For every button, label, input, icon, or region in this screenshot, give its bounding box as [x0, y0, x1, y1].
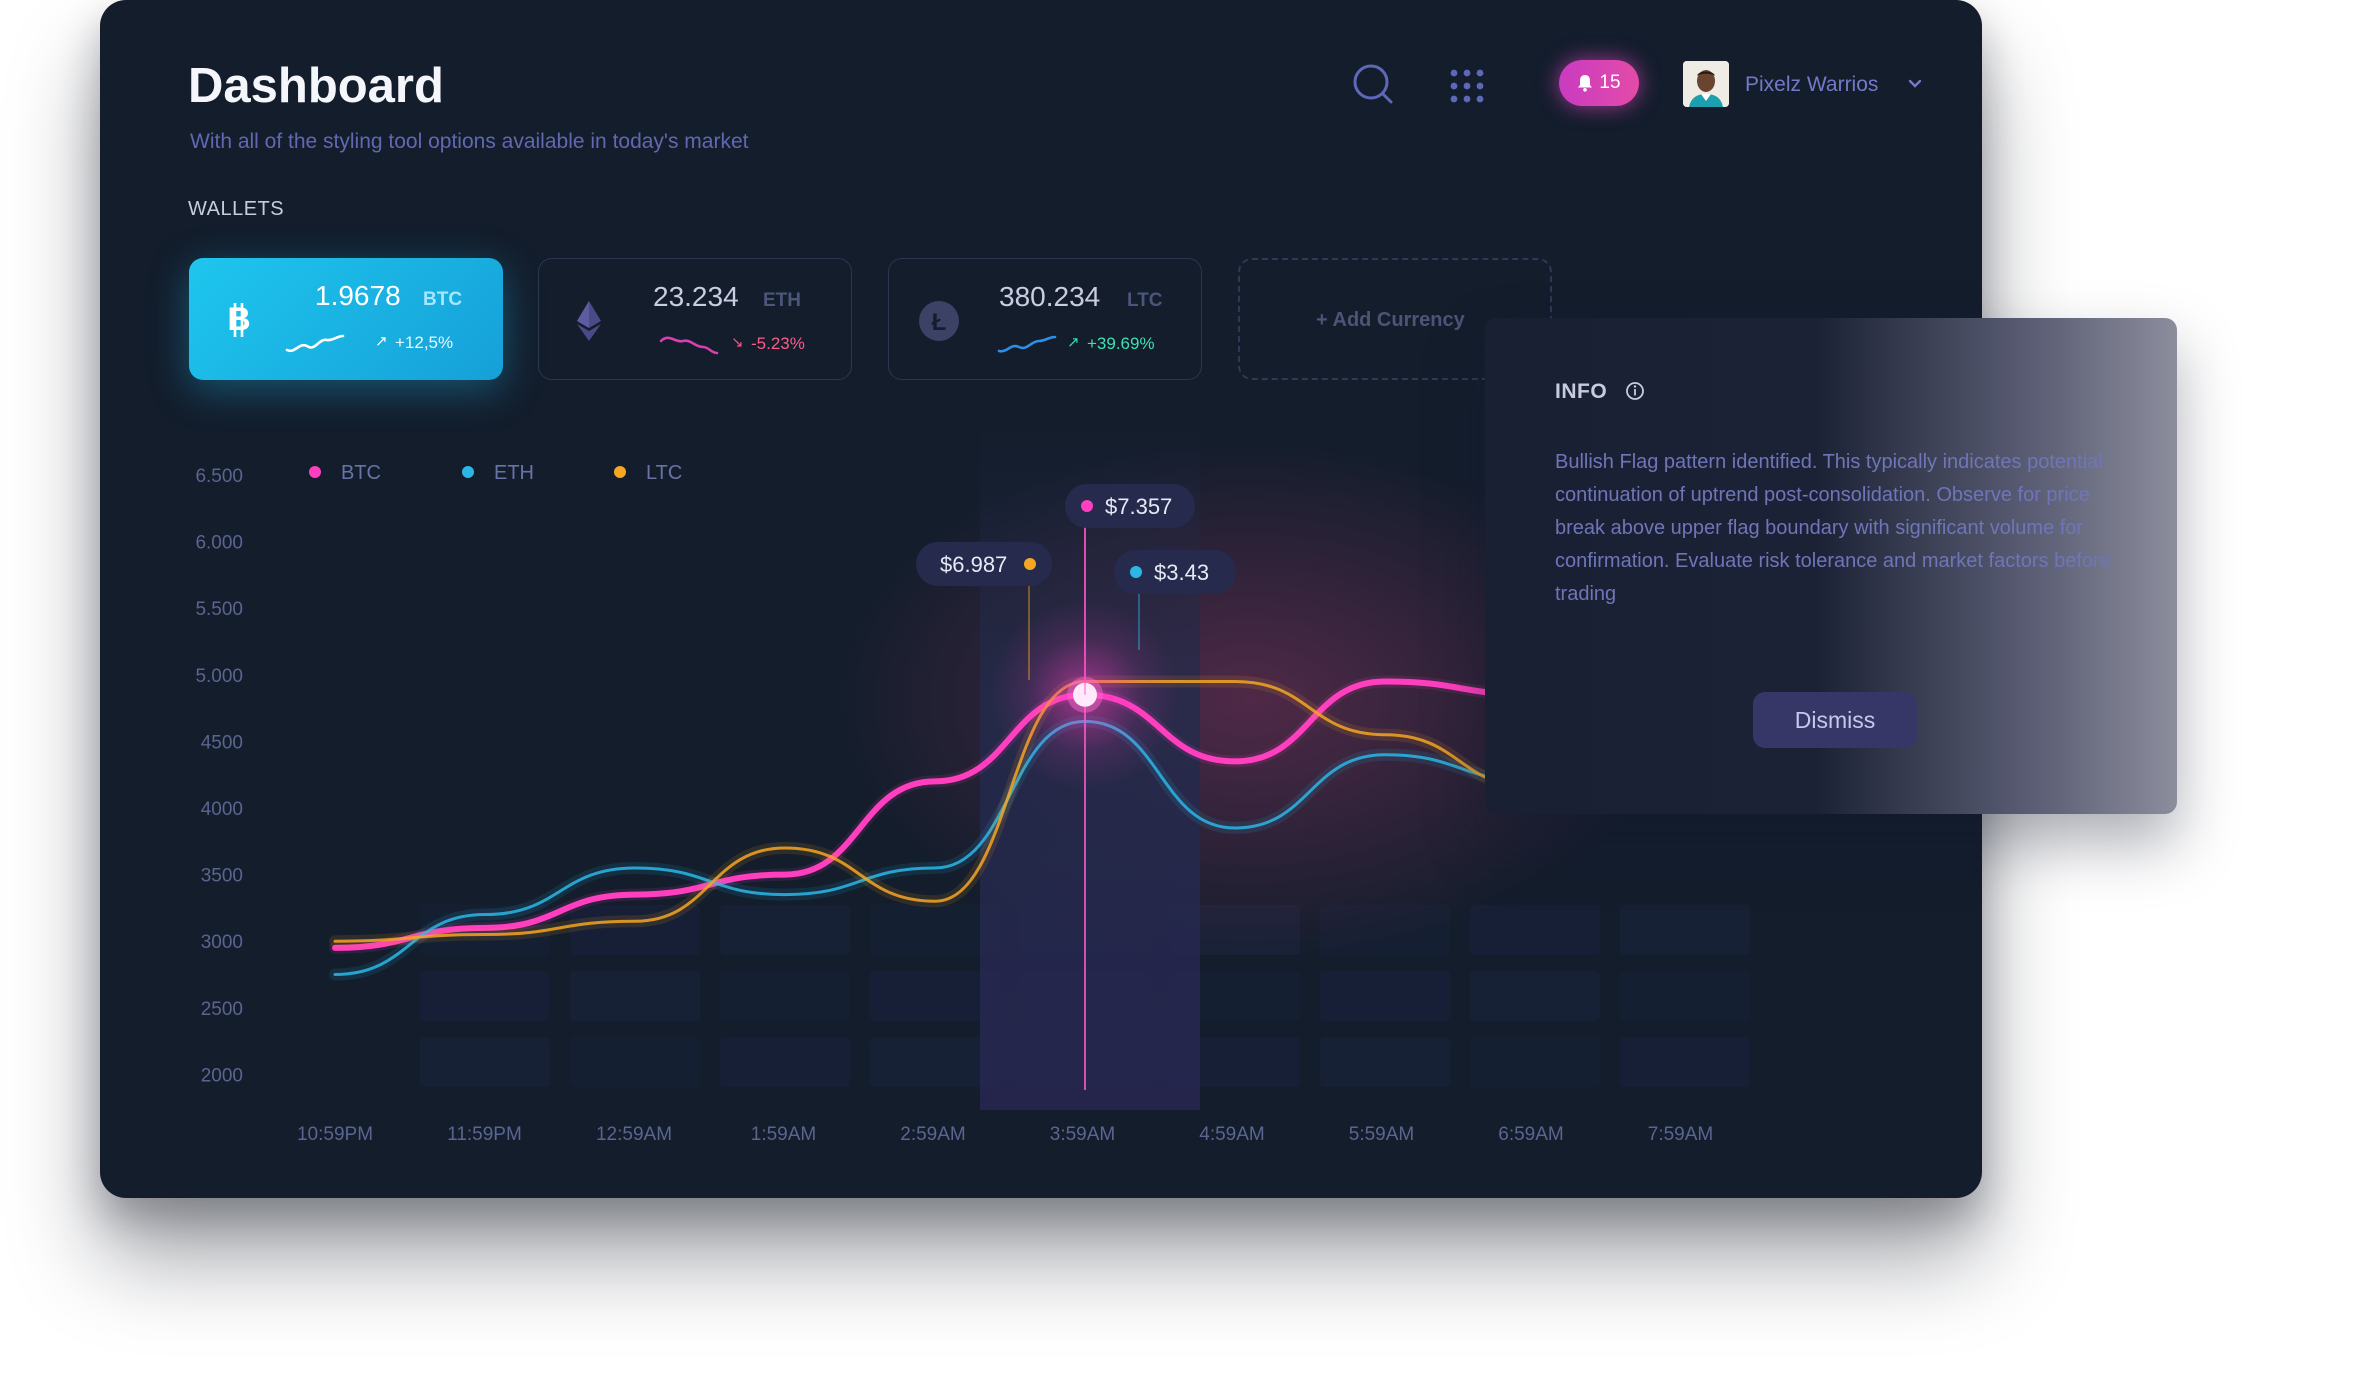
legend-label: LTC [646, 462, 682, 484]
grid-cell [570, 1037, 700, 1087]
y-tick-label: 2500 [201, 999, 243, 1020]
grid-cell [420, 971, 550, 1021]
grid-cell [1320, 1037, 1450, 1087]
info-text: Bullish Flag pattern identified. This ty… [1555, 451, 2111, 605]
grid-cell [1470, 971, 1600, 1021]
x-tick-label: 1:59AM [751, 1124, 816, 1145]
y-tick-label: 6.500 [195, 466, 243, 487]
x-tick-label: 4:59AM [1199, 1124, 1264, 1145]
x-tick-label: 5:59AM [1349, 1124, 1414, 1145]
grid-cell [720, 1037, 850, 1087]
grid-cell [720, 905, 850, 955]
y-tick-label: 5.500 [195, 599, 243, 620]
legend-marker [462, 466, 474, 478]
info-icon [1626, 382, 1644, 400]
grid-cell [420, 1037, 550, 1087]
x-tick-label: 6:59AM [1498, 1124, 1563, 1145]
y-tick-label: 3000 [201, 932, 243, 953]
info-title: INFO [1555, 380, 1608, 403]
grid-cell [1620, 905, 1750, 955]
y-tick-label: 5.000 [195, 666, 243, 687]
dismiss-button[interactable]: Dismiss [1753, 692, 1917, 748]
y-tick-label: 4500 [201, 732, 243, 753]
grid-cell [1470, 1037, 1600, 1087]
svg-text:$6.987: $6.987 [940, 552, 1007, 577]
y-tick-label: 4000 [201, 799, 243, 820]
x-tick-label: 2:59AM [900, 1124, 965, 1145]
x-tick-label: 3:59AM [1050, 1124, 1115, 1145]
x-tick-label: 10:59PM [297, 1124, 373, 1145]
grid-cell [1320, 971, 1450, 1021]
grid-cell [720, 971, 850, 1021]
y-tick-label: 3500 [201, 866, 243, 887]
legend-marker [614, 466, 626, 478]
x-tick-label: 7:59AM [1648, 1124, 1713, 1145]
x-tick-label: 11:59PM [447, 1124, 522, 1145]
grid-cell [1620, 1037, 1750, 1087]
grid-cell [1620, 971, 1750, 1021]
svg-text:$3.43: $3.43 [1154, 560, 1209, 585]
x-tick-label: 12:59AM [596, 1124, 672, 1145]
y-tick-label: 2000 [201, 1065, 243, 1086]
legend-marker [309, 466, 321, 478]
legend-label: ETH [494, 462, 534, 484]
legend-label: BTC [341, 462, 381, 484]
svg-text:$7.357: $7.357 [1105, 494, 1172, 519]
grid-cell [570, 971, 700, 1021]
y-tick-label: 6.000 [195, 533, 243, 554]
info-panel: INFO Bullish Flag pattern identified. Th… [1485, 318, 2177, 814]
